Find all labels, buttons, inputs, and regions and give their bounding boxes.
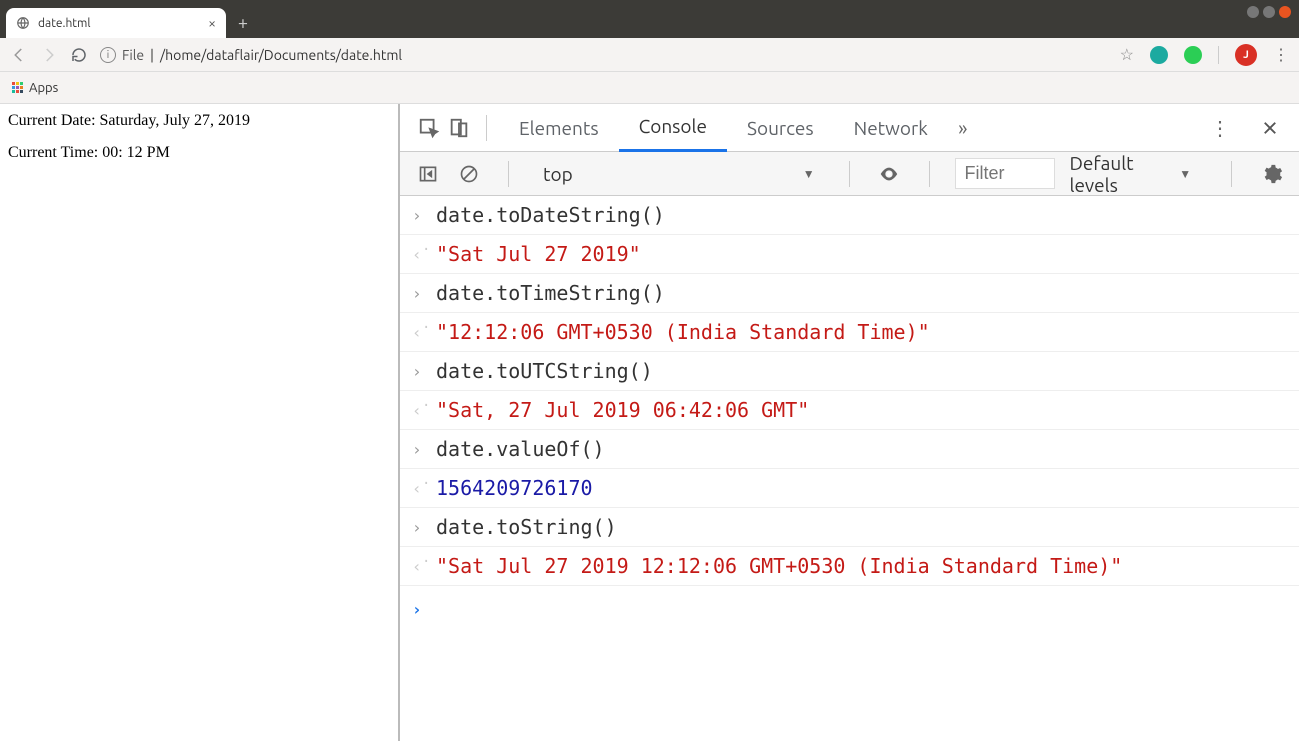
url-separator: | — [150, 47, 154, 63]
dropdown-icon: ▼ — [803, 167, 815, 181]
device-toolbar-icon[interactable] — [444, 113, 474, 143]
console-result-number: 1564209726170 — [436, 471, 593, 505]
console-input-row: date.toString() — [400, 508, 1299, 547]
input-chevron-icon — [412, 354, 436, 385]
devtools-panel: Elements Console Sources Network » ⋮ to — [398, 104, 1299, 741]
site-info-icon[interactable]: i — [100, 47, 116, 63]
divider — [1218, 46, 1219, 64]
divider — [849, 161, 850, 187]
devtools-menu-icon[interactable]: ⋮ — [1205, 113, 1235, 143]
inspect-element-icon[interactable] — [414, 113, 444, 143]
console-prompt[interactable] — [400, 586, 1299, 629]
live-expression-icon[interactable] — [876, 159, 903, 189]
console-sidebar-toggle-icon[interactable] — [414, 159, 441, 189]
page-body: Current Date: Saturday, July 27, 2019 Cu… — [0, 104, 398, 741]
browser-tab[interactable]: date.html × — [6, 8, 226, 38]
devtools-close-icon[interactable] — [1255, 113, 1285, 143]
content-area: Current Date: Saturday, July 27, 2019 Cu… — [0, 104, 1299, 741]
tab-title: date.html — [38, 17, 200, 30]
file-favicon — [16, 16, 30, 30]
input-chevron-icon — [412, 198, 436, 229]
url-path: /home/dataflair/Documents/date.html — [160, 47, 402, 63]
minimize-button[interactable] — [1247, 6, 1259, 18]
console-toolbar: top ▼ Default levels ▼ — [400, 152, 1299, 196]
divider — [486, 115, 487, 141]
input-chevron-icon — [412, 510, 436, 541]
extension-grammarly-icon[interactable] — [1150, 46, 1168, 64]
levels-label: Default levels — [1069, 152, 1173, 196]
current-date-text: Current Date: Saturday, July 27, 2019 — [8, 112, 390, 130]
console-input-row: date.toDateString() — [400, 196, 1299, 235]
console-result-string: "Sat, 27 Jul 2019 06:42:06 GMT" — [436, 393, 809, 427]
devtools-tabbar: Elements Console Sources Network » ⋮ — [400, 104, 1299, 152]
apps-label[interactable]: Apps — [29, 81, 58, 95]
console-output-row: 1564209726170 — [400, 469, 1299, 508]
console-input-row: date.valueOf() — [400, 430, 1299, 469]
bookmark-star-icon[interactable]: ☆ — [1120, 45, 1134, 64]
output-chevron-icon — [412, 549, 436, 580]
tab-sources[interactable]: Sources — [727, 104, 834, 152]
tab-network[interactable]: Network — [834, 104, 948, 152]
window-close-button[interactable] — [1279, 6, 1291, 18]
console-filter-input[interactable] — [955, 158, 1055, 189]
execution-context-selector[interactable]: top ▼ — [535, 163, 823, 185]
console-output-row: "Sat, 27 Jul 2019 06:42:06 GMT" — [400, 391, 1299, 430]
console-result-string: "Sat Jul 27 2019" — [436, 237, 641, 271]
console-output-row: "Sat Jul 27 2019" — [400, 235, 1299, 274]
dropdown-icon: ▼ — [1179, 167, 1191, 181]
extension-green-icon[interactable] — [1184, 46, 1202, 64]
forward-button[interactable] — [40, 46, 58, 64]
log-levels-selector[interactable]: Default levels ▼ — [1069, 152, 1191, 196]
apps-icon[interactable] — [12, 82, 23, 93]
console-command: date.valueOf() — [436, 432, 605, 466]
new-tab-button[interactable]: + — [230, 10, 256, 36]
console-command: date.toDateString() — [436, 198, 665, 232]
url-scheme-label: File — [122, 47, 144, 63]
output-chevron-icon — [412, 237, 436, 268]
console-output-row: "Sat Jul 27 2019 12:12:06 GMT+0530 (Indi… — [400, 547, 1299, 586]
output-chevron-icon — [412, 315, 436, 346]
bookmarks-bar: Apps — [0, 72, 1299, 104]
back-button[interactable] — [10, 46, 28, 64]
profile-avatar[interactable]: J — [1235, 44, 1257, 66]
console-input-row: date.toTimeString() — [400, 274, 1299, 313]
console-command: date.toTimeString() — [436, 276, 665, 310]
tab-strip: date.html × + — [0, 8, 1299, 38]
input-chevron-icon — [412, 276, 436, 307]
tab-console[interactable]: Console — [619, 104, 727, 152]
prompt-chevron-icon — [412, 592, 436, 623]
console-output-row: "12:12:06 GMT+0530 (India Standard Time)… — [400, 313, 1299, 352]
output-chevron-icon — [412, 471, 436, 502]
console-output[interactable]: date.toDateString() "Sat Jul 27 2019" date… — [400, 196, 1299, 741]
context-label: top — [543, 163, 573, 185]
output-chevron-icon — [412, 393, 436, 424]
divider — [1231, 161, 1232, 187]
current-time-text: Current Time: 00: 12 PM — [8, 144, 390, 162]
tab-close-icon[interactable]: × — [208, 15, 216, 31]
window-controls — [1247, 6, 1291, 18]
browser-toolbar: i File | /home/dataflair/Documents/date.… — [0, 38, 1299, 72]
reload-button[interactable] — [70, 46, 88, 64]
console-settings-icon[interactable] — [1258, 159, 1285, 189]
address-bar[interactable]: i File | /home/dataflair/Documents/date.… — [100, 47, 1108, 63]
browser-menu-icon[interactable]: ⋮ — [1273, 45, 1289, 64]
toolbar-right: ☆ J ⋮ — [1120, 44, 1289, 66]
titlebar — [0, 0, 1299, 8]
divider — [929, 161, 930, 187]
maximize-button[interactable] — [1263, 6, 1275, 18]
more-tabs-icon[interactable]: » — [948, 113, 978, 143]
console-result-string: "12:12:06 GMT+0530 (India Standard Time)… — [436, 315, 930, 349]
divider — [508, 161, 509, 187]
tab-elements[interactable]: Elements — [499, 104, 619, 152]
clear-console-icon[interactable] — [455, 159, 482, 189]
console-result-string: "Sat Jul 27 2019 12:12:06 GMT+0530 (Indi… — [436, 549, 1122, 583]
input-chevron-icon — [412, 432, 436, 463]
console-input-row: date.toUTCString() — [400, 352, 1299, 391]
console-command: date.toUTCString() — [436, 354, 653, 388]
console-command: date.toString() — [436, 510, 617, 544]
